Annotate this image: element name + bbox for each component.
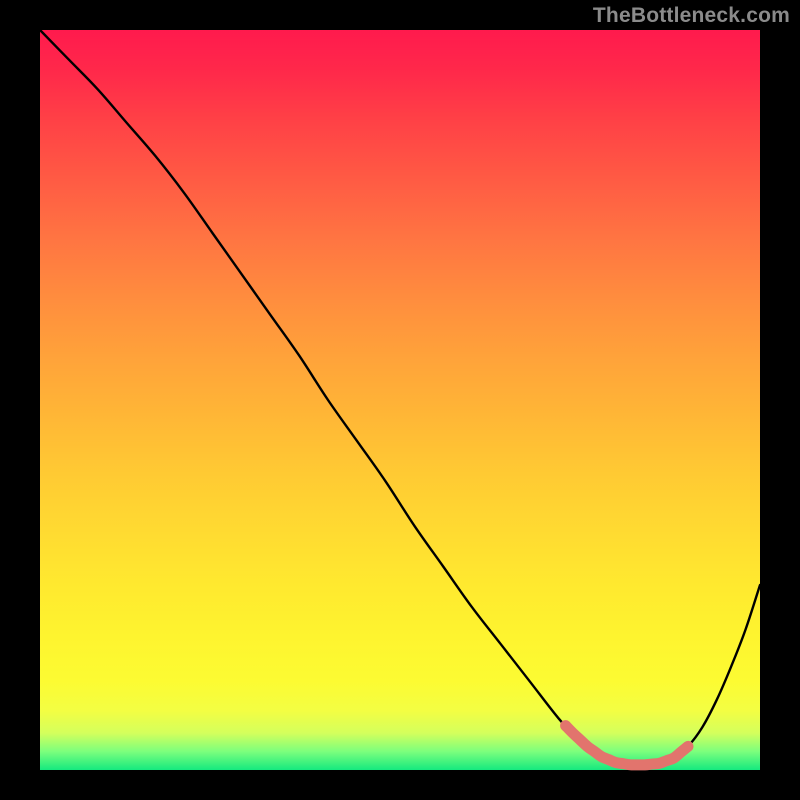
optimal-range-highlight (566, 726, 688, 765)
chart-container: TheBottleneck.com (0, 0, 800, 800)
bottleneck-curve (40, 30, 760, 765)
watermark-label: TheBottleneck.com (593, 4, 790, 28)
chart-svg (40, 30, 760, 770)
plot-area (40, 30, 760, 770)
